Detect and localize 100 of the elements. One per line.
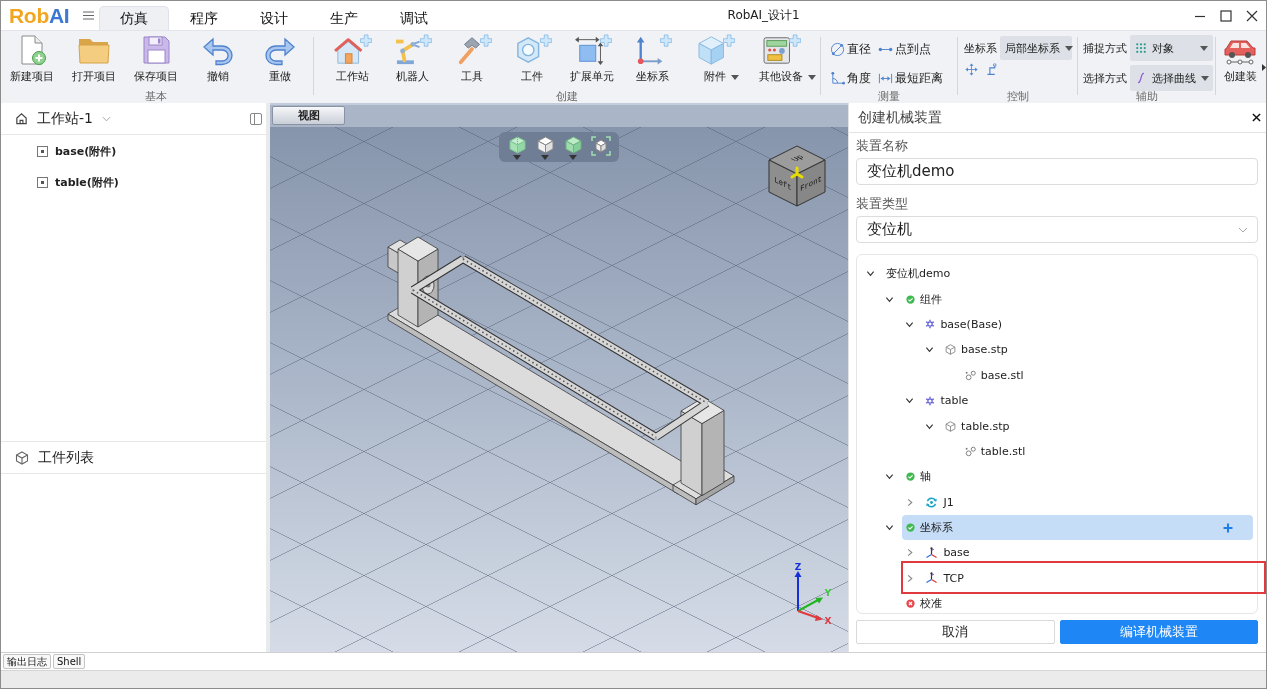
tree-item[interactable]: base(Base) bbox=[921, 311, 1253, 338]
diameter-icon bbox=[830, 42, 845, 57]
tree-item[interactable]: base.stl bbox=[960, 362, 1253, 388]
mode-dropdown[interactable]: 对象 bbox=[1130, 35, 1213, 61]
control-panel-plus-icon bbox=[761, 34, 801, 66]
caret-icon bbox=[541, 155, 549, 160]
toolbar-button[interactable]: 工作站 bbox=[322, 31, 382, 91]
compile-button[interactable]: 编译机械装置 bbox=[1059, 620, 1258, 644]
chevron-down-icon[interactable] bbox=[885, 523, 895, 533]
toolbar-button[interactable]: 重做 bbox=[249, 31, 311, 91]
caret-icon bbox=[1200, 45, 1208, 51]
chevron-down-icon[interactable] bbox=[904, 396, 914, 406]
curve-icon bbox=[1135, 72, 1147, 84]
shaded-cube-icon bbox=[564, 136, 582, 154]
chevron-down-icon[interactable] bbox=[924, 345, 934, 355]
attachment-icon bbox=[37, 146, 48, 157]
field-label: 坐标系 bbox=[964, 40, 997, 56]
logo: RobAI bbox=[9, 3, 70, 28]
resize-box-plus-icon bbox=[572, 34, 612, 66]
move-icon[interactable] bbox=[965, 63, 978, 76]
toolbar-button[interactable]: 其他设备 bbox=[748, 31, 814, 91]
tree-item[interactable]: table.stp bbox=[941, 413, 1253, 439]
toolbar-button[interactable]: 新建项目 bbox=[1, 31, 63, 91]
tree-item[interactable]: base bbox=[921, 540, 1253, 566]
frame-dropdown[interactable]: 局部坐标系 bbox=[1000, 36, 1072, 60]
axis-label: X bbox=[824, 616, 832, 625]
caret-icon bbox=[513, 155, 521, 160]
gear-icon bbox=[925, 319, 936, 330]
toolbar-button[interactable]: 机器人 bbox=[382, 31, 442, 91]
fit-view-icon bbox=[591, 136, 611, 156]
attachment-icon bbox=[37, 177, 48, 188]
panel-toggle-icon[interactable] bbox=[250, 112, 262, 125]
scroll-right-icon[interactable] bbox=[1262, 63, 1266, 71]
menu-tab[interactable]: 程序 bbox=[169, 6, 240, 30]
cube-outline-icon bbox=[15, 450, 29, 465]
tree-item[interactable]: 变位机demo bbox=[882, 261, 1253, 287]
workstation-item[interactable]: base(附件) bbox=[1, 136, 266, 167]
mesh-icon bbox=[964, 445, 976, 457]
axis-label: Y bbox=[824, 588, 832, 598]
view-tab[interactable]: 视图 bbox=[272, 106, 345, 125]
menu-tab[interactable]: 生产 bbox=[309, 6, 380, 30]
mode-dropdown[interactable]: 选择曲线 bbox=[1130, 65, 1213, 91]
caret-icon bbox=[808, 74, 816, 80]
cube-plus-icon bbox=[695, 34, 735, 66]
group-label: 控制 bbox=[1005, 91, 1030, 103]
output-tab[interactable]: 输出日志 bbox=[3, 654, 51, 669]
tree-item[interactable]: table bbox=[921, 387, 1253, 414]
field-label: 装置名称 bbox=[856, 138, 908, 154]
toolbar-button[interactable]: 创建装 bbox=[1218, 31, 1262, 91]
window-title: RobAI_设计1 bbox=[727, 7, 800, 24]
workstation-item[interactable]: table(附件) bbox=[1, 167, 266, 198]
tree-item[interactable]: base.stp bbox=[941, 337, 1253, 363]
robot-arm-icon[interactable] bbox=[985, 63, 998, 76]
tree-item[interactable]: 坐标系 bbox=[901, 514, 1253, 541]
menu-tab[interactable]: 设计 bbox=[239, 6, 310, 30]
cube-icon bbox=[536, 136, 554, 154]
tree-item[interactable]: 轴 bbox=[901, 464, 1253, 490]
axis-label: Z bbox=[794, 562, 802, 572]
cancel-button[interactable]: 取消 bbox=[856, 620, 1055, 644]
tree-item[interactable]: table.stl bbox=[960, 438, 1253, 465]
toolbar-button[interactable]: 保存项目 bbox=[125, 31, 187, 91]
field-label: 捕捉方式 bbox=[1083, 40, 1127, 56]
cube-outline-icon bbox=[945, 420, 957, 432]
chevron-down-icon[interactable] bbox=[865, 269, 875, 279]
field-label: 装置类型 bbox=[856, 196, 908, 212]
toolbar-button[interactable]: 扩展单元 bbox=[562, 31, 622, 91]
add-icon[interactable] bbox=[1223, 522, 1233, 533]
measure-button[interactable]: 直径 bbox=[830, 39, 878, 60]
measure-button[interactable]: 点到点 bbox=[878, 39, 955, 60]
tree-item[interactable]: 组件 bbox=[901, 286, 1253, 312]
tree-item[interactable]: J1 bbox=[921, 489, 1253, 515]
group-label: 基本 bbox=[144, 91, 168, 103]
close-icon bbox=[1246, 9, 1258, 22]
transparent-cube-icon bbox=[508, 136, 526, 154]
output-tab[interactable]: Shell bbox=[53, 654, 86, 669]
group-label: 测量 bbox=[877, 91, 901, 103]
close-icon[interactable] bbox=[1252, 113, 1261, 122]
toolbar-button[interactable]: 附件 bbox=[682, 31, 748, 91]
workstation-selector[interactable]: 工作站-1 bbox=[37, 109, 93, 128]
panel-title: 创建机械装置 bbox=[858, 108, 942, 127]
menu-icon[interactable] bbox=[83, 11, 95, 20]
chevron-down-icon[interactable] bbox=[885, 472, 895, 482]
toolbar-button[interactable]: 打开项目 bbox=[63, 31, 125, 91]
gear-icon bbox=[925, 395, 936, 406]
toolbar-button[interactable]: 工具 bbox=[442, 31, 502, 91]
tree-item[interactable]: 校准 bbox=[901, 591, 1253, 617]
menu-tab[interactable]: 仿真 bbox=[99, 6, 170, 30]
toolbar-button[interactable]: 工件 bbox=[502, 31, 562, 91]
chevron-down-icon bbox=[1238, 226, 1248, 233]
toolbar-button[interactable]: 撤销 bbox=[187, 31, 249, 91]
name-field[interactable]: 变位机demo bbox=[856, 158, 1258, 185]
chevron-down-icon bbox=[101, 115, 111, 122]
caret-icon bbox=[731, 74, 739, 80]
toolbar-button[interactable]: 坐标系 bbox=[622, 31, 682, 91]
tree-item[interactable]: TCP bbox=[921, 565, 1253, 592]
measure-button[interactable]: 最短距离 bbox=[878, 68, 955, 89]
type-select[interactable]: 变位机 bbox=[856, 216, 1258, 243]
measure-button[interactable]: 角度 bbox=[830, 68, 878, 89]
menu-tab[interactable]: 调试 bbox=[379, 6, 450, 30]
section-title: 工件列表 bbox=[38, 448, 94, 467]
